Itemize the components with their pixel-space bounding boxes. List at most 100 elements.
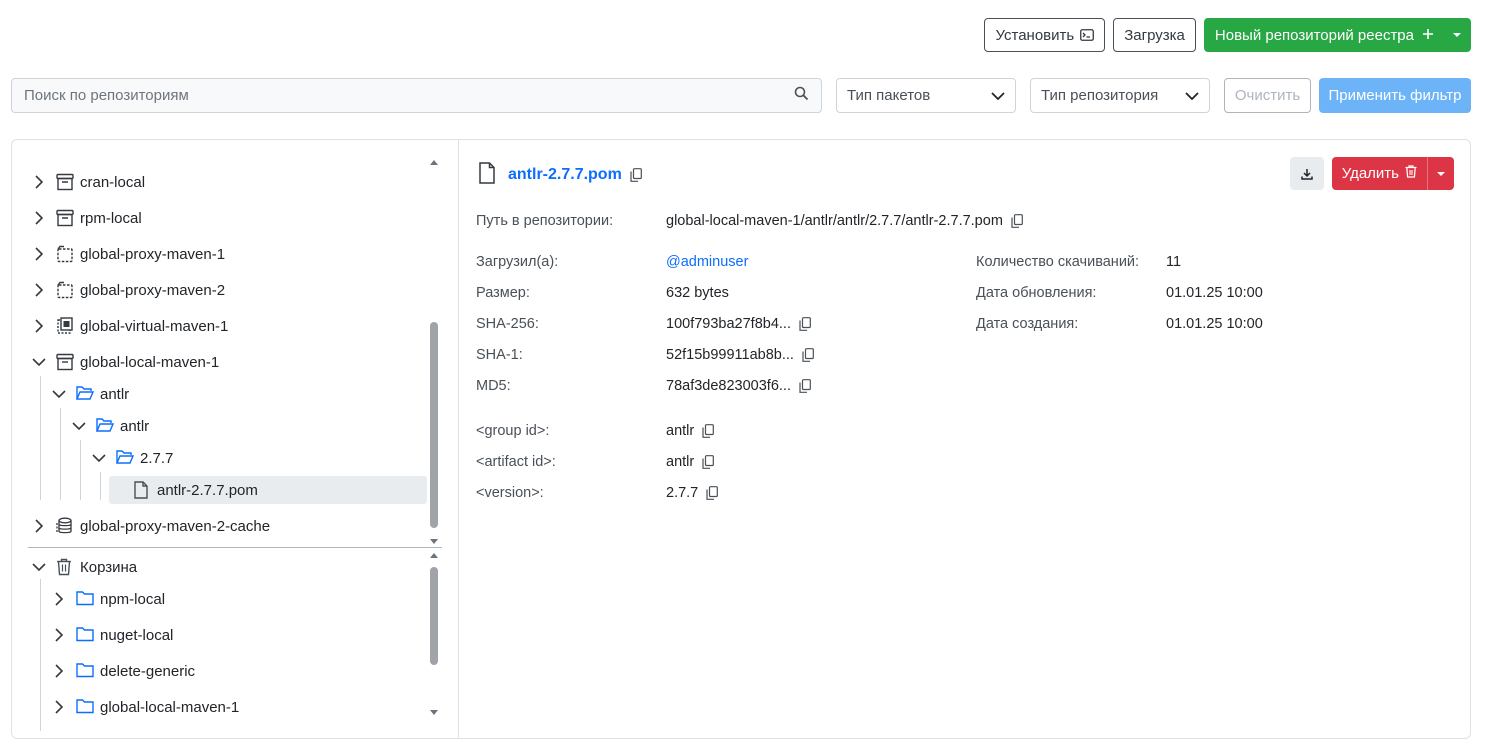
sha256-label: SHA-256: [476, 316, 539, 332]
trash-item-global-local-maven-1[interactable]: global-local-maven-1 [52, 693, 239, 721]
plus-icon [1422, 27, 1434, 44]
filter-bar: Тип пакетов Тип репозитория Очистить При… [11, 78, 1471, 113]
created-label: Дата создания: [976, 316, 1079, 332]
new-repo-dropdown-toggle[interactable] [1444, 19, 1470, 51]
folder-icon [76, 590, 94, 608]
tree-item-cran-local[interactable]: cran-local [32, 168, 145, 196]
md5-label: MD5: [476, 378, 511, 394]
caret-down-icon [1453, 33, 1461, 37]
artifact-name[interactable]: antlr-2.7.7.pom [508, 166, 622, 184]
copy-icon[interactable] [1011, 214, 1023, 228]
clear-filter-button[interactable]: Очистить [1224, 78, 1311, 113]
version-text: 2.7.7 [666, 485, 699, 501]
trash-scrollbar[interactable] [429, 551, 439, 717]
artifact-id-value: antlr [666, 454, 715, 470]
tree-item-rpm-local[interactable]: rpm-local [32, 204, 142, 232]
tree-item-global-proxy-maven-1[interactable]: global-proxy-maven-1 [32, 240, 225, 268]
chevron-right-icon[interactable] [52, 700, 66, 714]
repository-tree-list: cran-local rpm-local global-proxy-maven-… [12, 140, 459, 548]
chevron-down-icon[interactable] [72, 419, 86, 433]
copy-icon[interactable] [799, 317, 811, 331]
folder-open-icon [116, 449, 134, 467]
uploaded-by-label: Загрузил(а): [476, 254, 559, 270]
scroll-up-icon[interactable] [429, 551, 439, 559]
search-input[interactable] [24, 87, 794, 104]
tree-guide-line [60, 408, 61, 500]
chevron-down-icon[interactable] [52, 387, 66, 401]
chevron-down-icon[interactable] [32, 355, 46, 369]
repo-type-select[interactable]: Тип репозитория [1030, 78, 1210, 113]
tree-guide-line [80, 440, 81, 500]
tree-scrollbar[interactable] [429, 158, 439, 546]
copy-icon[interactable] [706, 486, 719, 500]
download-button[interactable] [1289, 157, 1324, 190]
chevron-right-icon[interactable] [52, 628, 66, 642]
repo-type-value: Тип репозитория [1041, 87, 1159, 104]
copy-icon[interactable] [702, 455, 715, 469]
sha1-value: 52f15b99911ab8b... [666, 347, 814, 363]
tree-guide-line [40, 376, 41, 500]
path-value: global-local-maven-1/antlr/antlr/2.7.7/a… [666, 213, 1023, 229]
delete-button[interactable]: Удалить [1332, 157, 1427, 190]
chevron-right-icon[interactable] [32, 211, 46, 225]
download-icon [1300, 168, 1313, 180]
trash-item-delete-generic[interactable]: delete-generic [52, 657, 195, 685]
tree-item-antlr[interactable]: antlr [72, 412, 149, 440]
chevron-down-icon[interactable] [32, 560, 46, 574]
trash-item-nuget-local[interactable]: nuget-local [52, 621, 173, 649]
uploaded-by-link[interactable]: @adminuser [666, 254, 748, 270]
created-value: 01.01.25 10:00 [1166, 316, 1263, 332]
group-id-value: antlr [666, 423, 715, 439]
chevron-right-icon[interactable] [32, 319, 46, 333]
chevron-right-icon[interactable] [52, 592, 66, 606]
scroll-up-icon[interactable] [429, 158, 439, 166]
md5-text: 78af3de823003f6... [666, 378, 791, 394]
copy-icon[interactable] [702, 424, 715, 438]
new-repo-button[interactable]: Новый репозиторий реестра [1205, 19, 1444, 51]
size-value: 632 bytes [666, 285, 729, 301]
chevron-right-icon[interactable] [32, 247, 46, 261]
search-box [11, 78, 822, 113]
apply-filter-button[interactable]: Применить фильтр [1319, 78, 1471, 113]
tree-item-version-folder[interactable]: 2.7.7 [92, 444, 173, 472]
delete-dropdown-toggle[interactable] [1427, 157, 1454, 190]
folder-open-icon [96, 417, 114, 435]
package-type-select[interactable]: Тип пакетов [836, 78, 1016, 113]
scroll-down-icon[interactable] [429, 538, 439, 546]
trash-tree: Корзина npm-local nuget-local delete-gen… [12, 549, 459, 738]
artifact-id-text: antlr [666, 454, 695, 470]
tree-item-file-selected[interactable]: antlr-2.7.7.pom [109, 476, 427, 504]
apply-label: Применить фильтр [1328, 87, 1462, 104]
tree-item-antlr[interactable]: antlr [52, 380, 129, 408]
search-icon[interactable] [794, 86, 809, 105]
downloads-label: Количество скачиваний: [976, 254, 1140, 270]
archive-icon [56, 173, 74, 191]
copy-icon[interactable] [799, 379, 811, 393]
clear-label: Очистить [1234, 87, 1301, 104]
file-icon [478, 162, 496, 188]
install-button[interactable]: Установить [984, 18, 1106, 52]
folder-icon [76, 662, 94, 680]
scroll-down-icon[interactable] [429, 709, 439, 717]
scroll-thumb[interactable] [430, 567, 438, 665]
tree-item-label: npm-local [100, 590, 166, 608]
trash-item-npm-local[interactable]: npm-local [52, 585, 165, 613]
chevron-right-icon[interactable] [32, 175, 46, 189]
tree-item-global-proxy-maven-2-cache[interactable]: global-proxy-maven-2-cache [32, 512, 270, 540]
chevron-right-icon[interactable] [32, 519, 46, 533]
tree-item-label: nuget-local [100, 626, 174, 644]
upload-button[interactable]: Загрузка [1113, 18, 1196, 52]
tree-item-global-proxy-maven-2[interactable]: global-proxy-maven-2 [32, 276, 225, 304]
tree-item-global-virtual-maven-1[interactable]: global-virtual-maven-1 [32, 312, 228, 340]
chevron-right-icon[interactable] [32, 283, 46, 297]
copy-icon[interactable] [630, 168, 642, 182]
tree-item-trash[interactable]: Корзина [32, 553, 137, 581]
tree-divider [28, 547, 442, 548]
tree-item-global-local-maven-1[interactable]: global-local-maven-1 [32, 348, 219, 376]
copy-icon[interactable] [802, 348, 814, 362]
scroll-thumb[interactable] [430, 322, 438, 528]
artifact-id-label: <artifact id>: [476, 454, 556, 470]
chevron-down-icon[interactable] [92, 451, 106, 465]
path-label: Путь в репозитории: [476, 213, 614, 229]
chevron-right-icon[interactable] [52, 664, 66, 678]
